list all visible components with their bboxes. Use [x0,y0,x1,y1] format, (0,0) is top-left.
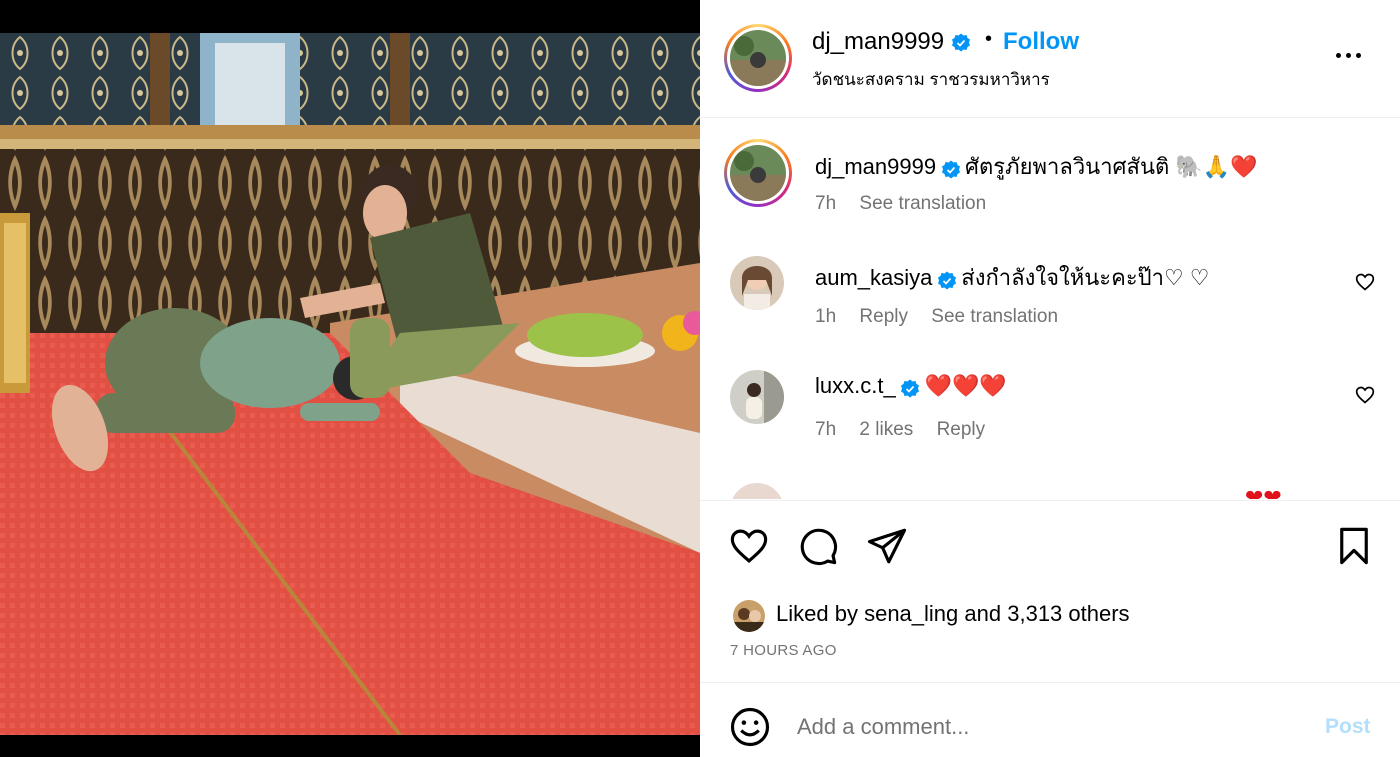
comment-text: ส่งกำลังใจให้นะคะป๊า♡ ♡ [961,265,1210,290]
see-translation-link[interactable]: See translation [859,193,986,214]
caption-line: dj_man9999 ศัตรูภัยพาลวินาศสันติ 🐘🙏❤️ [815,149,1258,184]
post-timestamp[interactable]: 7 HOURS AGO [730,642,837,659]
comment-likes[interactable]: 2 likes [859,419,913,440]
likes-count[interactable]: 3,313 others [1007,601,1129,626]
comment-avatar[interactable] [730,483,784,499]
avatar-photo [730,256,784,310]
liked-by-avatar[interactable] [731,598,767,634]
heart-small-icon[interactable] [1355,385,1375,405]
liked-by-prefix: Liked by [776,601,858,626]
comment-username[interactable]: dj_man9999 [815,154,936,179]
avatar-photo [730,145,786,201]
comment-line: aum_kasiya ส่งกำลังใจให้นะคะป๊า♡ ♡ [815,260,1210,295]
temple-photo-illustration [0,33,700,735]
verified-badge-icon [951,33,970,52]
save-icon[interactable] [1333,525,1375,567]
post-comment-button[interactable]: Post [1325,715,1371,739]
comment-text: ศัตรูภัยพาลวินาศสันติ 🐘🙏❤️ [965,154,1258,179]
reply-link[interactable]: Reply [859,306,908,327]
author-avatar[interactable] [724,24,792,92]
comment-avatar[interactable] [730,370,784,424]
verified-badge-icon [901,379,920,398]
avatar-photo [730,370,784,424]
avatar-photo [730,30,786,86]
comment-username[interactable]: aum_kasiya [815,265,932,290]
emoji-icon[interactable] [729,706,771,748]
post-media[interactable] [0,0,700,757]
share-icon[interactable] [866,525,908,567]
avatar-photo [733,600,765,632]
add-comment-bar: Post [700,684,1400,757]
comment-line: luxx.c.t_ ❤️❤️❤️ [815,373,1007,399]
follow-button[interactable]: Follow [1003,28,1079,56]
comment-time[interactable]: 7h [815,419,836,440]
liked-by-middle: and [964,601,1002,626]
caption-avatar[interactable] [724,139,792,207]
heart-emoji-icon: ❤❤ [1245,485,1282,499]
comment-meta: 7h See translation [815,193,1004,215]
comment-time[interactable]: 7h [815,193,836,214]
see-translation-link[interactable]: See translation [931,306,1058,327]
comment-input[interactable] [797,707,1297,747]
comment-avatar[interactable] [730,256,784,310]
heart-small-icon[interactable] [1355,272,1375,292]
liked-by-user[interactable]: sena_ling [864,601,958,626]
reply-link[interactable]: Reply [937,419,986,440]
comment-text: ❤️❤️❤️ [924,373,1007,398]
post-header: dj_man9999 • Follow วัดชนะสงคราม ราชวรมห… [700,0,1400,118]
verified-badge-icon [941,160,960,179]
comment-username[interactable]: luxx.c.t_ [815,373,896,398]
author-username[interactable]: dj_man9999 [812,28,971,56]
comment-meta: 1h Reply See translation [815,306,1076,328]
like-icon[interactable] [728,525,770,567]
liked-by-text: Liked by sena_ling and 3,313 others [776,601,1130,627]
comment-icon[interactable] [797,525,839,567]
post-photo[interactable] [0,33,700,735]
more-options-icon[interactable] [1334,44,1364,68]
comments-list[interactable]: dj_man9999 ศัตรูภัยพาลวินาศสันติ 🐘🙏❤️ 7h… [700,119,1400,499]
post-actions: Liked by sena_ling and 3,313 others 7 HO… [700,500,1400,683]
post-location[interactable]: วัดชนะสงคราม ราชวรมหาวิหาร [812,66,1050,93]
comment-meta: 7h 2 likes Reply [815,419,1003,441]
header-separator: • [985,28,993,50]
verified-badge-icon [937,271,956,290]
post-sidebar: dj_man9999 • Follow วัดชนะสงคราม ราชวรมห… [700,0,1400,757]
comment-time[interactable]: 1h [815,306,836,327]
